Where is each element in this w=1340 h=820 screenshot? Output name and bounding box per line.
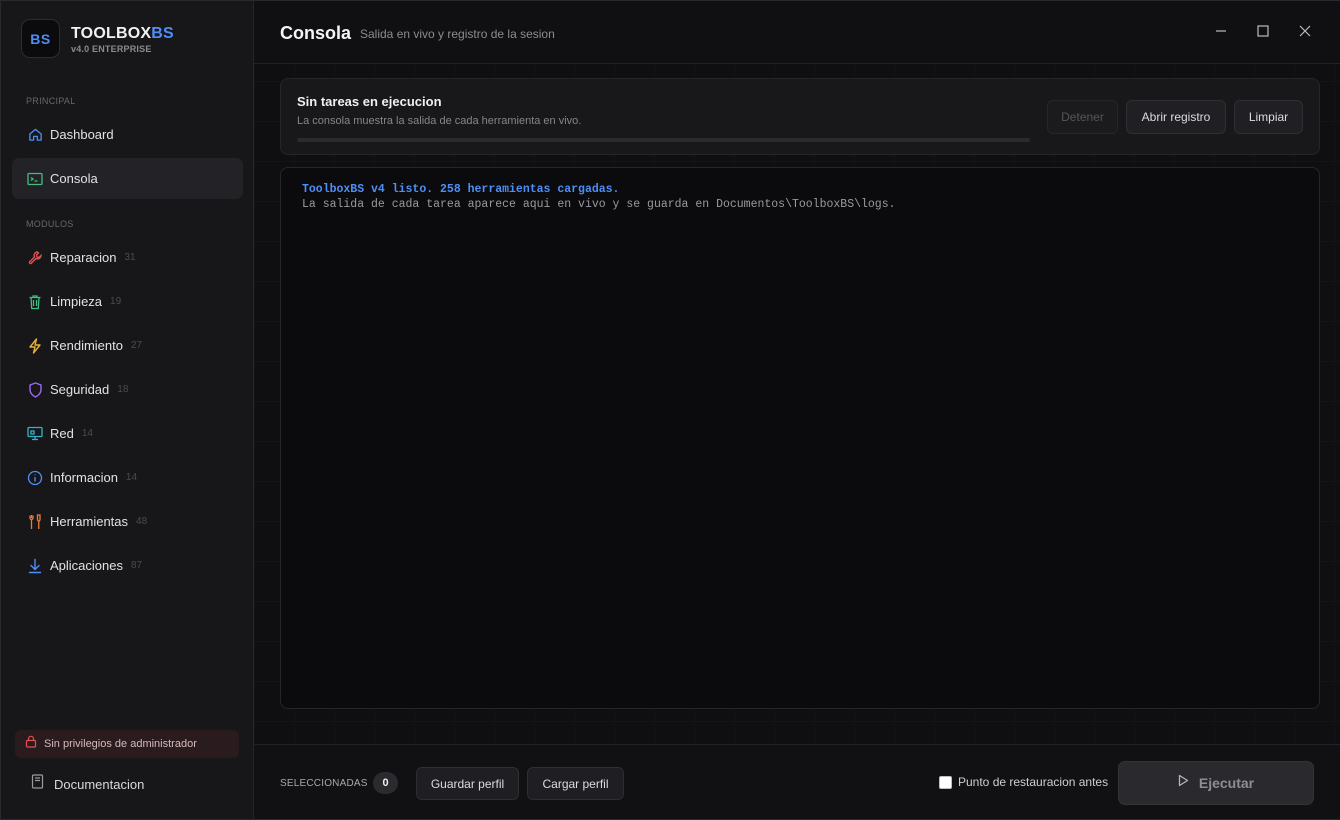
selected-count-badge: 0 (373, 772, 398, 794)
brand-logo: BS (21, 19, 60, 58)
brand-name-main: TOOLBOX (71, 24, 152, 42)
sidebar-item-dashboard[interactable]: Dashboard (12, 114, 243, 155)
maximize-button[interactable] (1249, 19, 1277, 47)
selected-label: SELECCIONADAS (280, 778, 368, 789)
documentation-label: Documentacion (54, 776, 145, 792)
stop-button[interactable]: Detener (1047, 100, 1118, 134)
console-line: La salida de cada tarea aparece aqui en … (302, 198, 896, 211)
sidebar-item-label: Rendimiento (50, 338, 123, 353)
sidebar-item-label: Red (50, 426, 74, 441)
brand-version: v4.0 ENTERPRISE (71, 43, 152, 54)
section-label-modulos: MODULOS (26, 219, 74, 229)
documentation-link[interactable]: Documentacion (31, 774, 144, 794)
titlebar: Consola Salida en vivo y registro de la … (254, 1, 1340, 64)
lightning-icon (26, 337, 44, 355)
monitor-network-icon (26, 425, 44, 443)
task-status-description: La consola muestra la salida de cada her… (297, 115, 582, 127)
sidebar-item-label: Informacion (50, 470, 118, 485)
clear-button[interactable]: Limpiar (1234, 100, 1303, 134)
sidebar-item-rendimiento[interactable]: Rendimiento 27 (12, 325, 243, 366)
info-icon (26, 469, 44, 487)
play-icon (1178, 774, 1189, 792)
sidebar-item-seguridad[interactable]: Seguridad 18 (12, 369, 243, 410)
minimize-button[interactable] (1207, 19, 1235, 47)
lock-icon (25, 735, 37, 753)
page-title: Consola (280, 23, 352, 43)
sidebar-item-count: 18 (117, 384, 129, 395)
close-icon (1299, 24, 1311, 42)
restore-point-checkbox[interactable]: Punto de restauracion antes (939, 775, 1108, 789)
sidebar-item-reparacion[interactable]: Reparacion 31 (12, 237, 243, 278)
wrench-icon (26, 249, 44, 267)
task-status-title: Sin tareas en ejecucion (297, 94, 442, 109)
maximize-icon (1257, 24, 1269, 42)
task-progress-bar (297, 138, 1030, 142)
sidebar-item-count: 14 (125, 472, 138, 483)
run-button[interactable]: Ejecutar (1118, 761, 1314, 805)
checkbox-box[interactable] (939, 775, 952, 789)
brand: BS TOOLBOXBS v4.0 ENTERPRISE (21, 19, 174, 58)
action-footer: SELECCIONADAS 0 Guardar perfil Cargar pe… (254, 744, 1340, 819)
sidebar-item-red[interactable]: Red 14 (12, 413, 243, 454)
sidebar-item-label: Limpieza (50, 294, 103, 309)
open-log-button[interactable]: Abrir registro (1126, 100, 1226, 134)
sidebar-item-count: 31 (124, 252, 136, 263)
sidebar-item-count: 27 (131, 340, 143, 351)
restore-point-label: Punto de restauracion antes (958, 775, 1109, 789)
sidebar-item-herramientas[interactable]: Herramientas 48 (12, 501, 243, 542)
sidebar-item-count: 14 (81, 428, 93, 439)
tools-icon (26, 513, 44, 531)
sidebar-item-label: Dashboard (50, 127, 114, 142)
home-icon (26, 126, 44, 144)
admin-warning-label: Sin privilegios de administrador (44, 738, 197, 750)
sidebar-item-count: 87 (131, 560, 143, 571)
book-icon (31, 774, 44, 794)
save-profile-button[interactable]: Guardar perfil (416, 767, 519, 800)
brand-name-accent: BS (151, 24, 174, 42)
sidebar-item-count: 19 (110, 296, 122, 307)
page-subtitle: Salida en vivo y registro de la sesion (360, 27, 555, 41)
sidebar-item-label: Aplicaciones (50, 558, 123, 573)
sidebar-item-informacion[interactable]: Informacion 14 (12, 457, 243, 498)
console-output[interactable]: ToolboxBS v4 listo. 258 herramientas car… (280, 167, 1320, 709)
main-content: Consola Salida en vivo y registro de la … (254, 1, 1340, 819)
sidebar-item-label: Herramientas (50, 514, 129, 529)
minimize-icon (1215, 24, 1227, 42)
sidebar-item-label: Reparacion (50, 250, 117, 265)
sidebar-item-count: 48 (136, 516, 148, 527)
sidebar-item-label: Seguridad (50, 382, 110, 397)
trash-icon (26, 293, 44, 311)
download-icon (26, 557, 44, 575)
terminal-icon (26, 170, 44, 188)
sidebar: BS TOOLBOXBS v4.0 ENTERPRISE PRINCIPAL D… (1, 1, 254, 819)
console-line: ToolboxBS v4 listo. 258 herramientas car… (302, 183, 620, 196)
sidebar-item-aplicaciones[interactable]: Aplicaciones 87 (12, 545, 243, 586)
shield-icon (26, 381, 44, 399)
section-label-principal: PRINCIPAL (26, 96, 76, 106)
close-window-button[interactable] (1291, 19, 1319, 47)
run-button-label: Ejecutar (1198, 775, 1255, 791)
app-window: BS TOOLBOXBS v4.0 ENTERPRISE PRINCIPAL D… (0, 0, 1340, 820)
task-status-card: Sin tareas en ejecucion La consola muest… (280, 78, 1320, 155)
sidebar-item-consola[interactable]: Consola (12, 158, 243, 199)
sidebar-item-limpieza[interactable]: Limpieza 19 (12, 281, 243, 322)
load-profile-button[interactable]: Cargar perfil (527, 767, 624, 800)
brand-name: TOOLBOXBS (71, 24, 174, 43)
sidebar-item-label: Consola (50, 171, 98, 186)
admin-warning-badge: Sin privilegios de administrador (15, 730, 239, 758)
